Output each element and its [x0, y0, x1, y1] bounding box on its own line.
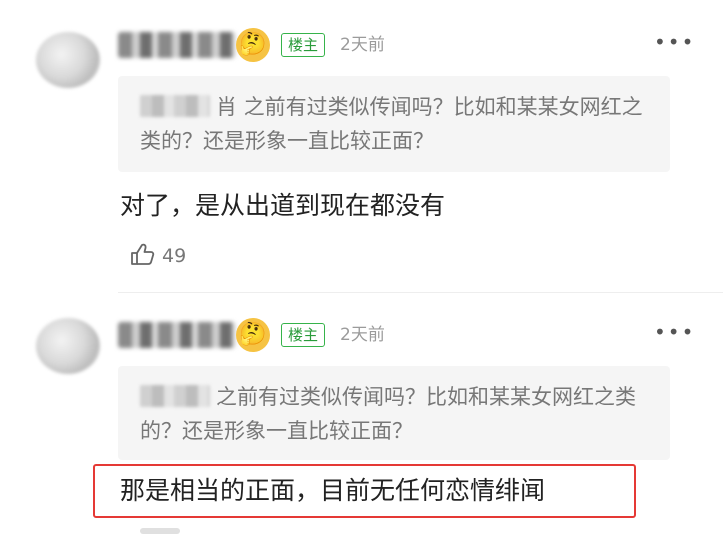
- thinking-face-icon: 🤔: [236, 28, 270, 62]
- avatar[interactable]: [36, 32, 100, 88]
- username-blurred[interactable]: [118, 322, 236, 348]
- quoted-text: 之前有过类似传闻吗？比如和某某女网红之类的？还是形象一直比较正面？: [140, 385, 636, 443]
- thumbs-up-icon: [128, 240, 156, 268]
- quoted-username-blurred: [140, 95, 210, 117]
- highlight-box: [93, 464, 636, 518]
- timestamp: 2天前: [340, 35, 385, 55]
- next-comment-stub: [140, 528, 180, 534]
- op-badge: 楼主: [281, 33, 326, 57]
- thinking-face-icon: 🤔: [236, 318, 270, 352]
- op-badge: 楼主: [281, 323, 326, 347]
- quoted-reply[interactable]: 之前有过类似传闻吗？比如和某某女网红之类的？还是形象一直比较正面？: [118, 366, 670, 460]
- quoted-reply[interactable]: 肖 之前有过类似传闻吗？比如和某某女网红之类的？还是形象一直比较正面？: [118, 76, 670, 172]
- comment-body: 对了，是从出道到现在都没有: [120, 191, 446, 220]
- timestamp: 2天前: [340, 325, 385, 345]
- quoted-username-blurred: [140, 385, 210, 407]
- avatar[interactable]: [36, 318, 100, 374]
- like-button[interactable]: 49: [128, 240, 186, 270]
- like-count: 49: [162, 245, 187, 267]
- quoted-name-suffix: 肖: [216, 95, 237, 119]
- username-blurred[interactable]: [118, 32, 236, 58]
- divider: [118, 292, 723, 293]
- more-options-icon[interactable]: •••: [654, 30, 694, 54]
- more-options-icon[interactable]: •••: [654, 320, 694, 344]
